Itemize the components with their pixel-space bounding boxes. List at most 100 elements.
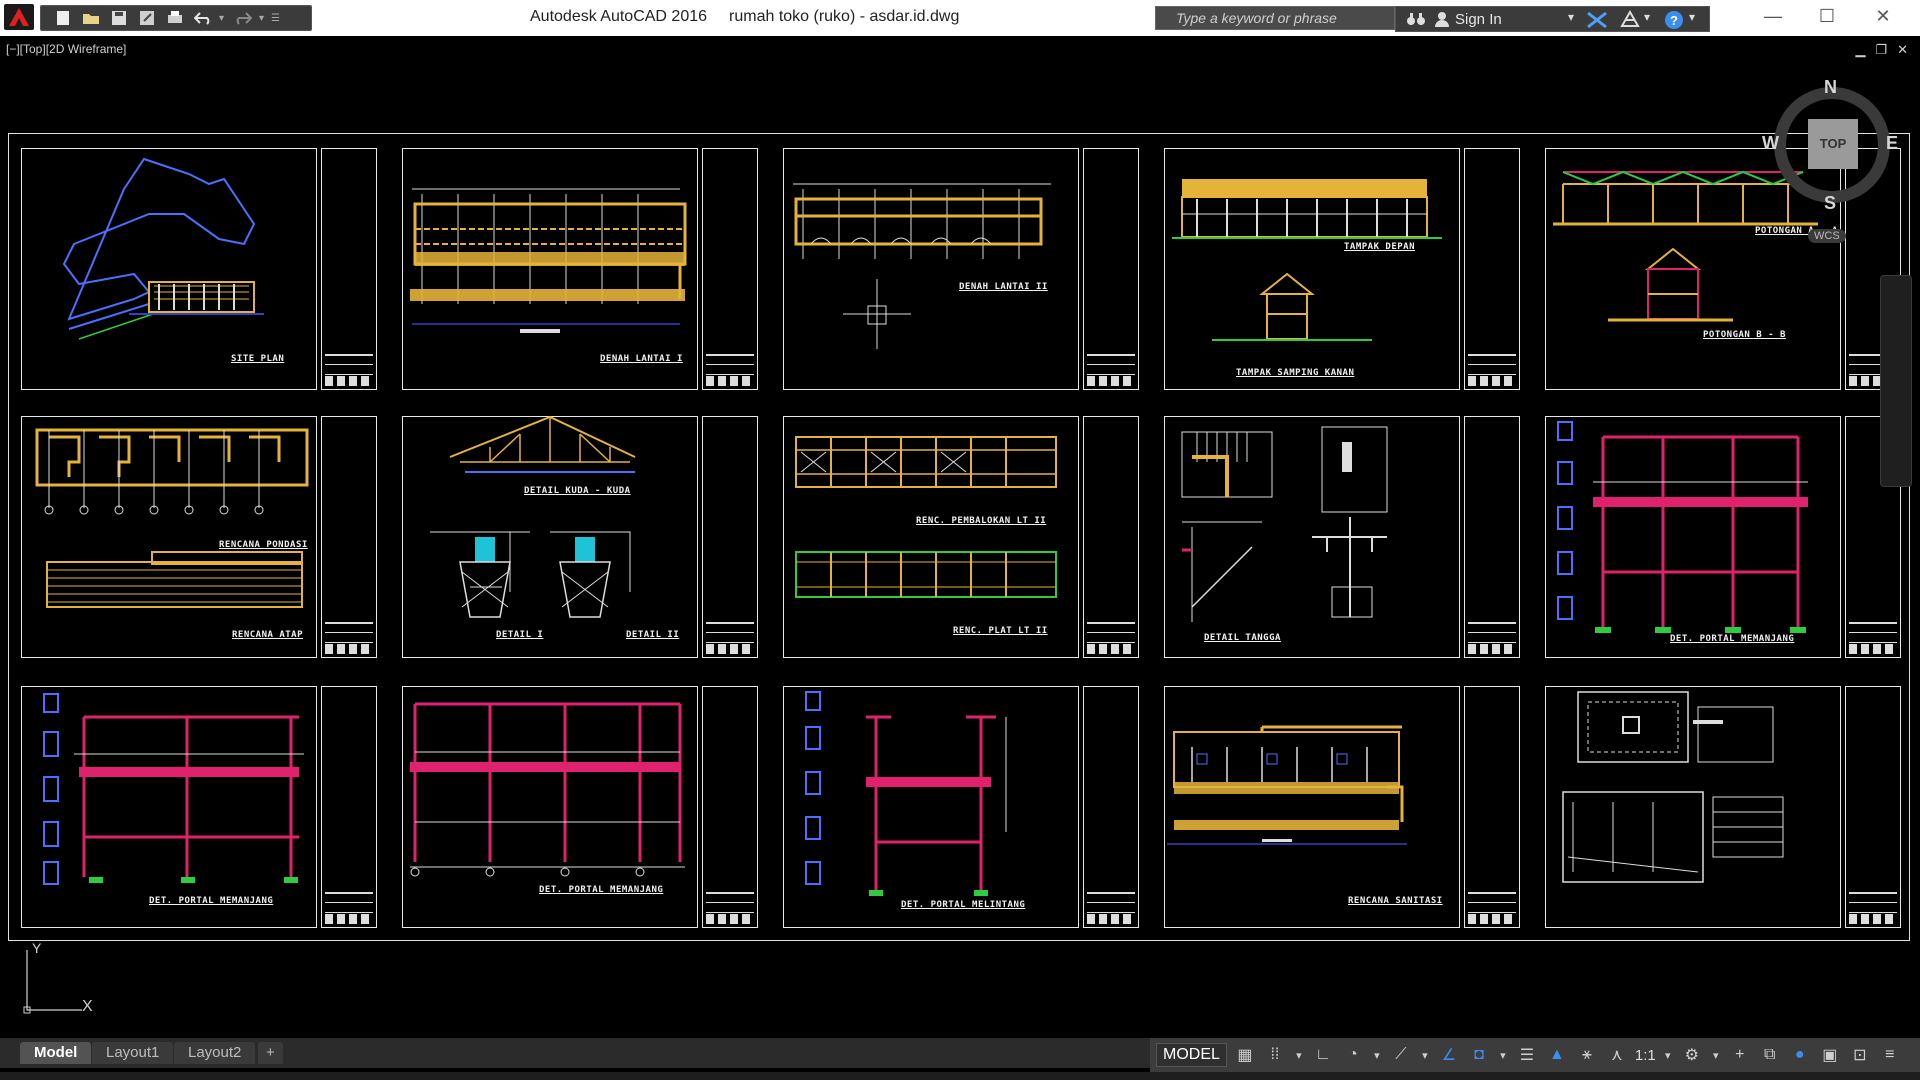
horizontal-scrollbar[interactable] <box>0 1072 1920 1080</box>
autocad-logo-icon[interactable] <box>4 4 34 30</box>
foundation-plan-drawing <box>35 428 309 608</box>
sheet-label: DET. PORTAL MELINTANG <box>901 900 1026 910</box>
tab-model[interactable]: Model <box>20 1042 92 1064</box>
workspace-gear-icon[interactable]: ⚙ <box>1680 1043 1704 1067</box>
drawing-minimize-icon[interactable]: ▁ <box>1855 42 1865 58</box>
grid-icon[interactable]: ▦ <box>1233 1043 1257 1067</box>
viewport-controls[interactable]: [−][Top][2D Wireframe] <box>6 42 126 56</box>
sign-in-dropdown-icon[interactable]: ▾ <box>1568 10 1574 24</box>
qat-customize-icon[interactable]: ☰ <box>271 13 280 24</box>
isodraft-icon[interactable]: ⟋ <box>1389 1043 1413 1067</box>
compass-north[interactable]: N <box>1824 77 1837 98</box>
workspace-dropdown-icon[interactable]: ▾ <box>1710 1043 1722 1067</box>
annotation-scale-value[interactable]: 1:1 <box>1635 1047 1656 1064</box>
maximize-icon[interactable]: ☐ <box>1812 6 1842 30</box>
minimize-icon[interactable]: — <box>1758 6 1788 30</box>
tab-layout2[interactable]: Layout2 <box>174 1042 256 1064</box>
sheet-label: DENAH LANTAI I <box>600 354 683 364</box>
isodraft-dropdown-icon[interactable]: ▾ <box>1419 1043 1431 1067</box>
sheet-label-2: RENCANA ATAP <box>232 630 304 640</box>
units-icon[interactable]: ⧉ <box>1758 1043 1782 1067</box>
sheet-label: SITE PLAN <box>231 354 285 364</box>
annotation-autoscale-icon[interactable]: ⚹ <box>1575 1043 1599 1067</box>
save-icon[interactable] <box>107 8 131 28</box>
floor-plan-1-drawing <box>410 188 687 333</box>
sheet-rencana-pondasi[interactable]: RENCANA PONDASI RENCANA ATAP <box>9 402 390 672</box>
ucs-icon: Y X <box>22 940 102 1020</box>
scale-dropdown-icon[interactable]: ▾ <box>1662 1043 1674 1067</box>
sheet-label: RENC. PEMBALOKAN LT II <box>916 516 1047 526</box>
undo-icon[interactable] <box>191 8 215 28</box>
binoculars-icon[interactable] <box>1406 11 1426 27</box>
sheet-label-2: POTONGAN B - B <box>1703 330 1786 340</box>
sheet-rencana-sanitasi[interactable]: RENCANA SANITASI <box>1152 672 1533 940</box>
sheet-portal-memanjang-2[interactable]: DET. PORTAL MEMANJANG <box>9 672 390 940</box>
undo-dropdown-icon[interactable]: ▾ <box>219 13 227 24</box>
viewcube-face-top[interactable]: TOP <box>1808 119 1858 169</box>
sheet-label-2: TAMPAK SAMPING KANAN <box>1236 368 1355 378</box>
sheet-detail-kuda-kuda[interactable]: DETAIL KUDA - KUDA DETAIL I DETAIL II <box>390 402 771 672</box>
sheet-portal-melintang[interactable]: DET. PORTAL MELINTANG <box>771 672 1152 940</box>
a360-dropdown-icon[interactable]: ▾ <box>1644 10 1650 24</box>
sheet-label-2: RENC. PLAT LT II <box>953 626 1048 636</box>
infocenter-toolbar: ▾ ▾ ? ▾ <box>1395 6 1710 32</box>
lineweight-icon[interactable]: ☰ <box>1515 1043 1539 1067</box>
ortho-icon[interactable]: ∟ <box>1311 1043 1335 1067</box>
sheet-denah-lantai-1[interactable]: DENAH LANTAI I <box>390 134 771 402</box>
exchange-apps-icon[interactable] <box>1586 11 1608 29</box>
compass-west[interactable]: W <box>1762 133 1779 154</box>
sheet-label-2: DETAIL I <box>496 630 544 640</box>
annotation-monitor-icon[interactable]: + <box>1728 1043 1752 1067</box>
sheet-tampak[interactable]: TAMPAK DEPAN TAMPAK SAMPING KANAN <box>1152 134 1533 402</box>
file-title: rumah toko (ruko) - asdar.id.dwg <box>729 8 960 25</box>
plot-icon[interactable] <box>163 8 187 28</box>
open-icon[interactable] <box>79 8 103 28</box>
sheet-site-plan[interactable]: SITE PLAN <box>9 134 390 402</box>
clean-screen-icon[interactable]: ⊡ <box>1848 1043 1872 1067</box>
customization-menu-icon[interactable]: ≡ <box>1878 1043 1902 1067</box>
new-icon[interactable] <box>51 8 75 28</box>
sheet-detail-septictank[interactable] <box>1533 672 1911 940</box>
tab-layout1[interactable]: Layout1 <box>92 1042 174 1064</box>
wcs-menu[interactable]: WCS <box>1808 229 1846 243</box>
hardware-acceleration-icon[interactable]: ▣ <box>1818 1043 1842 1067</box>
sheet-denah-lantai-2[interactable]: DENAH LANTAI II <box>771 134 1152 402</box>
window-title: Autodesk AutoCAD 2016 rumah toko (ruko) -… <box>530 8 981 26</box>
ucs-y-label: Y <box>32 940 42 956</box>
isolate-objects-icon[interactable]: ● <box>1788 1043 1812 1067</box>
floor-plan-2-drawing <box>793 183 1051 349</box>
navigation-bar[interactable] <box>1880 275 1912 487</box>
redo-dropdown-icon[interactable]: ▾ <box>259 13 267 24</box>
object-snap-icon[interactable]: ◘ <box>1467 1043 1491 1067</box>
sign-in-button[interactable]: Sign In <box>1455 11 1502 28</box>
model-space-button[interactable]: MODEL <box>1156 1043 1227 1067</box>
compass-east[interactable]: E <box>1886 133 1898 154</box>
viewcube[interactable]: N S E W TOP <box>1762 75 1902 215</box>
snap-mode-icon[interactable]: ⁞⁞ <box>1263 1043 1287 1067</box>
sheet-pembalokan[interactable]: RENC. PEMBALOKAN LT II RENC. PLAT LT II <box>771 402 1152 672</box>
search-input[interactable]: Type a keyword or phrase <box>1155 6 1395 30</box>
redo-icon[interactable] <box>231 8 255 28</box>
save-as-icon[interactable] <box>135 8 159 28</box>
annotation-scale-icon[interactable]: ⋏ <box>1605 1043 1629 1067</box>
drawing-restore-icon[interactable]: ❐ <box>1875 42 1887 58</box>
add-layout-button[interactable]: + <box>258 1042 283 1064</box>
sheet-label: DETAIL TANGGA <box>1204 633 1281 643</box>
sheet-label-3: DETAIL II <box>626 630 680 640</box>
close-icon[interactable]: ✕ <box>1868 6 1898 30</box>
sheet-detail-tangga[interactable]: DETAIL TANGGA <box>1152 402 1533 672</box>
help-icon[interactable]: ? <box>1664 10 1684 30</box>
snap-dropdown-icon[interactable]: ▾ <box>1293 1043 1305 1067</box>
polar-tracking-icon[interactable]: ◔ <box>1341 1043 1365 1067</box>
sheet-portal-memanjang-3[interactable]: DET. PORTAL MEMANJANG <box>390 672 771 940</box>
autodesk-360-icon[interactable] <box>1618 10 1642 28</box>
help-dropdown-icon[interactable]: ▾ <box>1689 10 1695 24</box>
osnap-dropdown-icon[interactable]: ▾ <box>1497 1043 1509 1067</box>
annotation-visibility-icon[interactable]: ▲ <box>1545 1043 1569 1067</box>
object-snap-tracking-icon[interactable]: ∠ <box>1437 1043 1461 1067</box>
sheet-portal-memanjang-1[interactable]: DET. PORTAL MEMANJANG <box>1533 402 1911 672</box>
roof-truss-drawing <box>430 415 636 618</box>
polar-dropdown-icon[interactable]: ▾ <box>1371 1043 1383 1067</box>
drawing-close-icon[interactable]: ✕ <box>1897 42 1908 58</box>
user-icon <box>1435 12 1449 27</box>
